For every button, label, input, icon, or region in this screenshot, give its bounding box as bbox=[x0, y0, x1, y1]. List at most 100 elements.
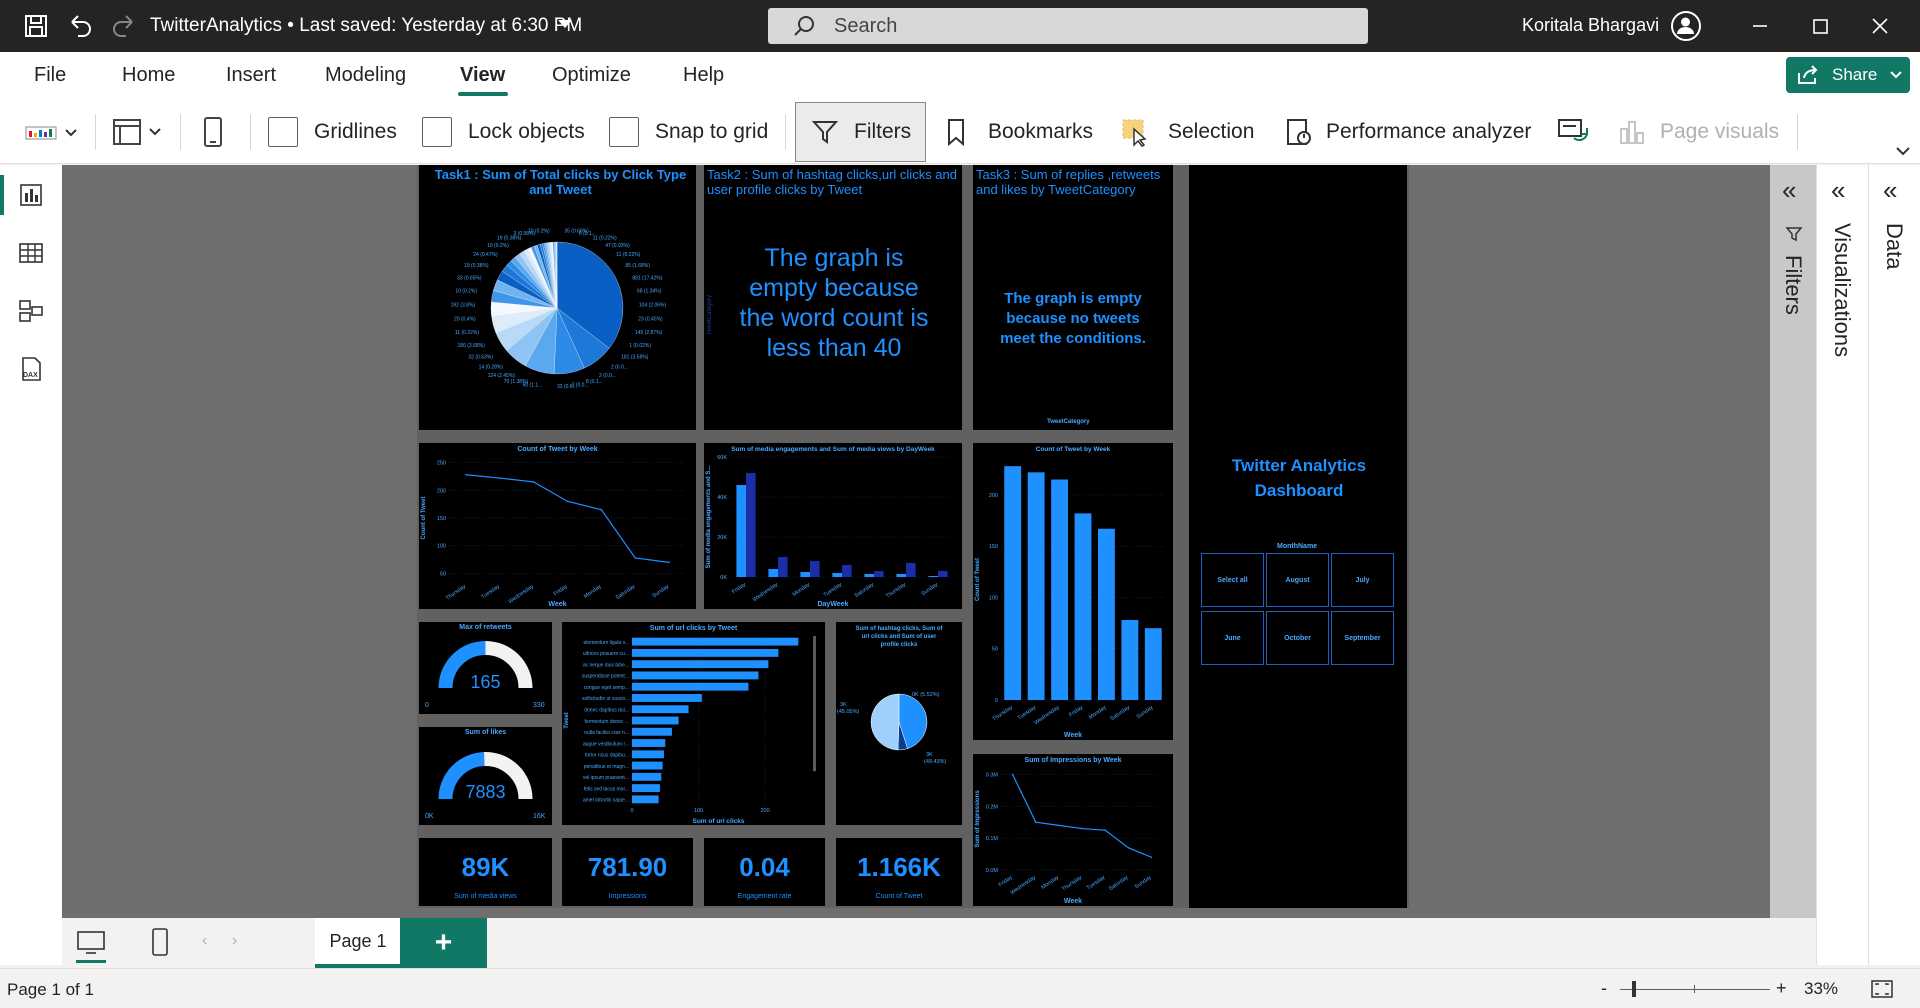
zoom-level: 33% bbox=[1804, 979, 1839, 998]
filter-icon bbox=[811, 121, 839, 144]
menu-view[interactable]: View bbox=[460, 64, 505, 87]
zoom-slider[interactable] bbox=[1620, 989, 1770, 990]
kpi-engagement-rate-value: 0.04 bbox=[739, 852, 790, 882]
pie-data-label: 1 (0.02%) bbox=[629, 343, 651, 349]
mobile-layout-button[interactable] bbox=[202, 110, 224, 154]
tab-page-1[interactable]: Page 1 bbox=[315, 918, 401, 968]
gridlines-check-box[interactable] bbox=[268, 117, 298, 147]
expand-data-icon[interactable]: « bbox=[1883, 175, 1897, 206]
clicks-donut-visual[interactable]: Sum of hashtag clicks, Sum of url clicks … bbox=[836, 622, 962, 825]
kpi-media-views-card[interactable]: 89K Sum of media views bbox=[419, 838, 552, 906]
y-tick-label: 50 bbox=[440, 571, 446, 577]
pie-data-label: 11 (0.22%) bbox=[616, 252, 640, 258]
dax-query-icon[interactable]: DAX bbox=[17, 355, 45, 383]
chevron-down-icon[interactable] bbox=[558, 20, 572, 28]
task3-title: Task3 : Sum of replies ,retweets and lik… bbox=[976, 167, 1161, 197]
expand-filters-icon[interactable]: « bbox=[1782, 175, 1796, 206]
data-point bbox=[1058, 824, 1060, 827]
slicer-option-august[interactable]: August bbox=[1266, 553, 1329, 607]
task1-pie-visual[interactable]: Task1 : Sum of Total clicks by Click Typ… bbox=[419, 165, 696, 430]
snap-to-grid-checkbox[interactable]: Snap to grid bbox=[609, 110, 768, 154]
save-icon[interactable] bbox=[22, 12, 50, 40]
kpi-impressions-card[interactable]: 781.90 Impressions bbox=[562, 838, 693, 906]
performance-analyzer-button[interactable]: Performance analyzer bbox=[1284, 110, 1531, 154]
chevron-left-icon[interactable]: ‹ bbox=[202, 932, 207, 950]
slicer-option-september[interactable]: September bbox=[1331, 611, 1394, 665]
kpi-engagement-rate-card[interactable]: 0.04 Engagement rate bbox=[704, 838, 825, 906]
menu-home[interactable]: Home bbox=[122, 64, 175, 87]
desktop-layout-icon[interactable] bbox=[76, 930, 106, 956]
x-tick-label: Sunday bbox=[1136, 705, 1155, 721]
share-label: Share bbox=[1832, 65, 1878, 84]
url-clicks-bar-visual[interactable]: Sum of url clicks by Tweet Sum of url cli… bbox=[562, 622, 825, 825]
zoom-in-button[interactable]: + bbox=[1776, 978, 1787, 999]
fit-to-page-icon[interactable] bbox=[1870, 978, 1894, 1000]
slicer-option-october[interactable]: October bbox=[1266, 611, 1329, 665]
slicer-option-select-all[interactable]: Select all bbox=[1201, 553, 1264, 607]
minimize-icon[interactable] bbox=[1746, 12, 1774, 40]
task3-axis-label: TweetCategory bbox=[1047, 419, 1090, 425]
bar bbox=[1051, 479, 1069, 700]
bar bbox=[1144, 628, 1162, 700]
menu-help[interactable]: Help bbox=[683, 64, 724, 87]
media-engagements-bar-visual[interactable]: Sum of media engagements and Sum of medi… bbox=[704, 443, 962, 609]
impressions-line-chart: Sum of Impressions by Week Week Sum of Imp… bbox=[975, 757, 1163, 905]
expand-visualizations-icon[interactable]: « bbox=[1831, 175, 1845, 206]
chevron-right-icon[interactable]: › bbox=[232, 932, 237, 950]
filters-pane[interactable]: « Filters bbox=[1770, 165, 1816, 965]
clicks-pie-chart: Sum of hashtag clicks, Sum of url clicks … bbox=[837, 626, 946, 765]
maximize-icon[interactable] bbox=[1806, 12, 1834, 40]
model-view-icon[interactable] bbox=[17, 297, 45, 325]
menu-optimize[interactable]: Optimize bbox=[552, 64, 631, 87]
x-tick-label: Thursday bbox=[885, 582, 907, 600]
sync-slicers-button[interactable] bbox=[1556, 110, 1590, 154]
search-input[interactable]: Search bbox=[768, 8, 1368, 44]
lock-objects-checkbox[interactable]: Lock objects bbox=[422, 110, 585, 154]
x-tick-label: Friday bbox=[553, 584, 569, 598]
add-page-button[interactable]: + bbox=[400, 918, 487, 968]
filter-icon bbox=[1785, 227, 1803, 242]
avatar[interactable] bbox=[1671, 11, 1701, 41]
mobile-layout-icon[interactable] bbox=[150, 927, 170, 957]
count-tweet-column-visual[interactable]: Count of Tweet by Week Week Count of Tweet… bbox=[973, 443, 1173, 740]
task3-visual[interactable]: Task3 : Sum of replies ,retweets and lik… bbox=[973, 165, 1173, 430]
lock-objects-check-box[interactable] bbox=[422, 117, 452, 147]
close-icon[interactable] bbox=[1866, 12, 1894, 40]
report-view-icon[interactable] bbox=[17, 181, 45, 209]
selection-button[interactable]: Selection bbox=[1120, 110, 1254, 154]
menu-insert[interactable]: Insert bbox=[226, 64, 276, 87]
data-pane[interactable]: « Data bbox=[1868, 165, 1920, 965]
bar bbox=[864, 574, 874, 577]
undo-icon[interactable] bbox=[66, 12, 94, 40]
zoom-slider-thumb[interactable] bbox=[1632, 981, 1636, 997]
slicer-option-july[interactable]: July bbox=[1331, 553, 1394, 607]
x-tick-label: Monday bbox=[583, 584, 603, 600]
bookmarks-button[interactable]: Bookmarks bbox=[944, 110, 1093, 154]
pie-data-label: 145 (2.87%) bbox=[635, 330, 663, 336]
zoom-out-button[interactable]: - bbox=[1601, 978, 1607, 999]
page-view-button[interactable] bbox=[112, 110, 168, 154]
dashboard-panel: Twitter Analytics Dashboard MonthName Se… bbox=[1189, 165, 1407, 908]
task2-visual[interactable]: Task2 : Sum of hashtag clicks,url clicks… bbox=[704, 165, 962, 430]
ribbon-expand-icon[interactable] bbox=[1896, 146, 1910, 156]
redo-icon[interactable] bbox=[110, 12, 138, 40]
slicer-option-june[interactable]: June bbox=[1201, 611, 1264, 665]
impressions-line-visual[interactable]: Sum of Impressions by Week Week Sum of Imp… bbox=[973, 754, 1173, 906]
share-button[interactable]: Share bbox=[1786, 57, 1910, 93]
kpi-count-tweet-card[interactable]: 1.166K Count of Tweet bbox=[836, 838, 962, 906]
snap-to-grid-check-box[interactable] bbox=[609, 117, 639, 147]
bar bbox=[874, 571, 884, 577]
table-view-icon[interactable] bbox=[17, 239, 45, 267]
gridlines-checkbox[interactable]: Gridlines bbox=[268, 110, 397, 154]
count-tweet-line-visual[interactable]: Count of Tweet by Week Week Count of Tweet… bbox=[419, 443, 696, 609]
pie-data-label: 881 (17.42%) bbox=[632, 275, 662, 281]
menu-file[interactable]: File bbox=[34, 64, 66, 87]
retweets-gauge-visual[interactable]: Max of retweets 165 0 330 bbox=[419, 622, 552, 714]
visualizations-pane[interactable]: « Visualizations bbox=[1816, 165, 1868, 965]
likes-gauge-visual[interactable]: Sum of likes 7883 0K 16K bbox=[419, 727, 552, 825]
x-axis-title: Week bbox=[548, 601, 566, 608]
pie-data-label: (45.05%) bbox=[837, 709, 859, 715]
menu-modeling[interactable]: Modeling bbox=[325, 64, 406, 87]
themes-button[interactable] bbox=[24, 110, 82, 154]
filters-button[interactable]: Filters bbox=[795, 102, 927, 162]
